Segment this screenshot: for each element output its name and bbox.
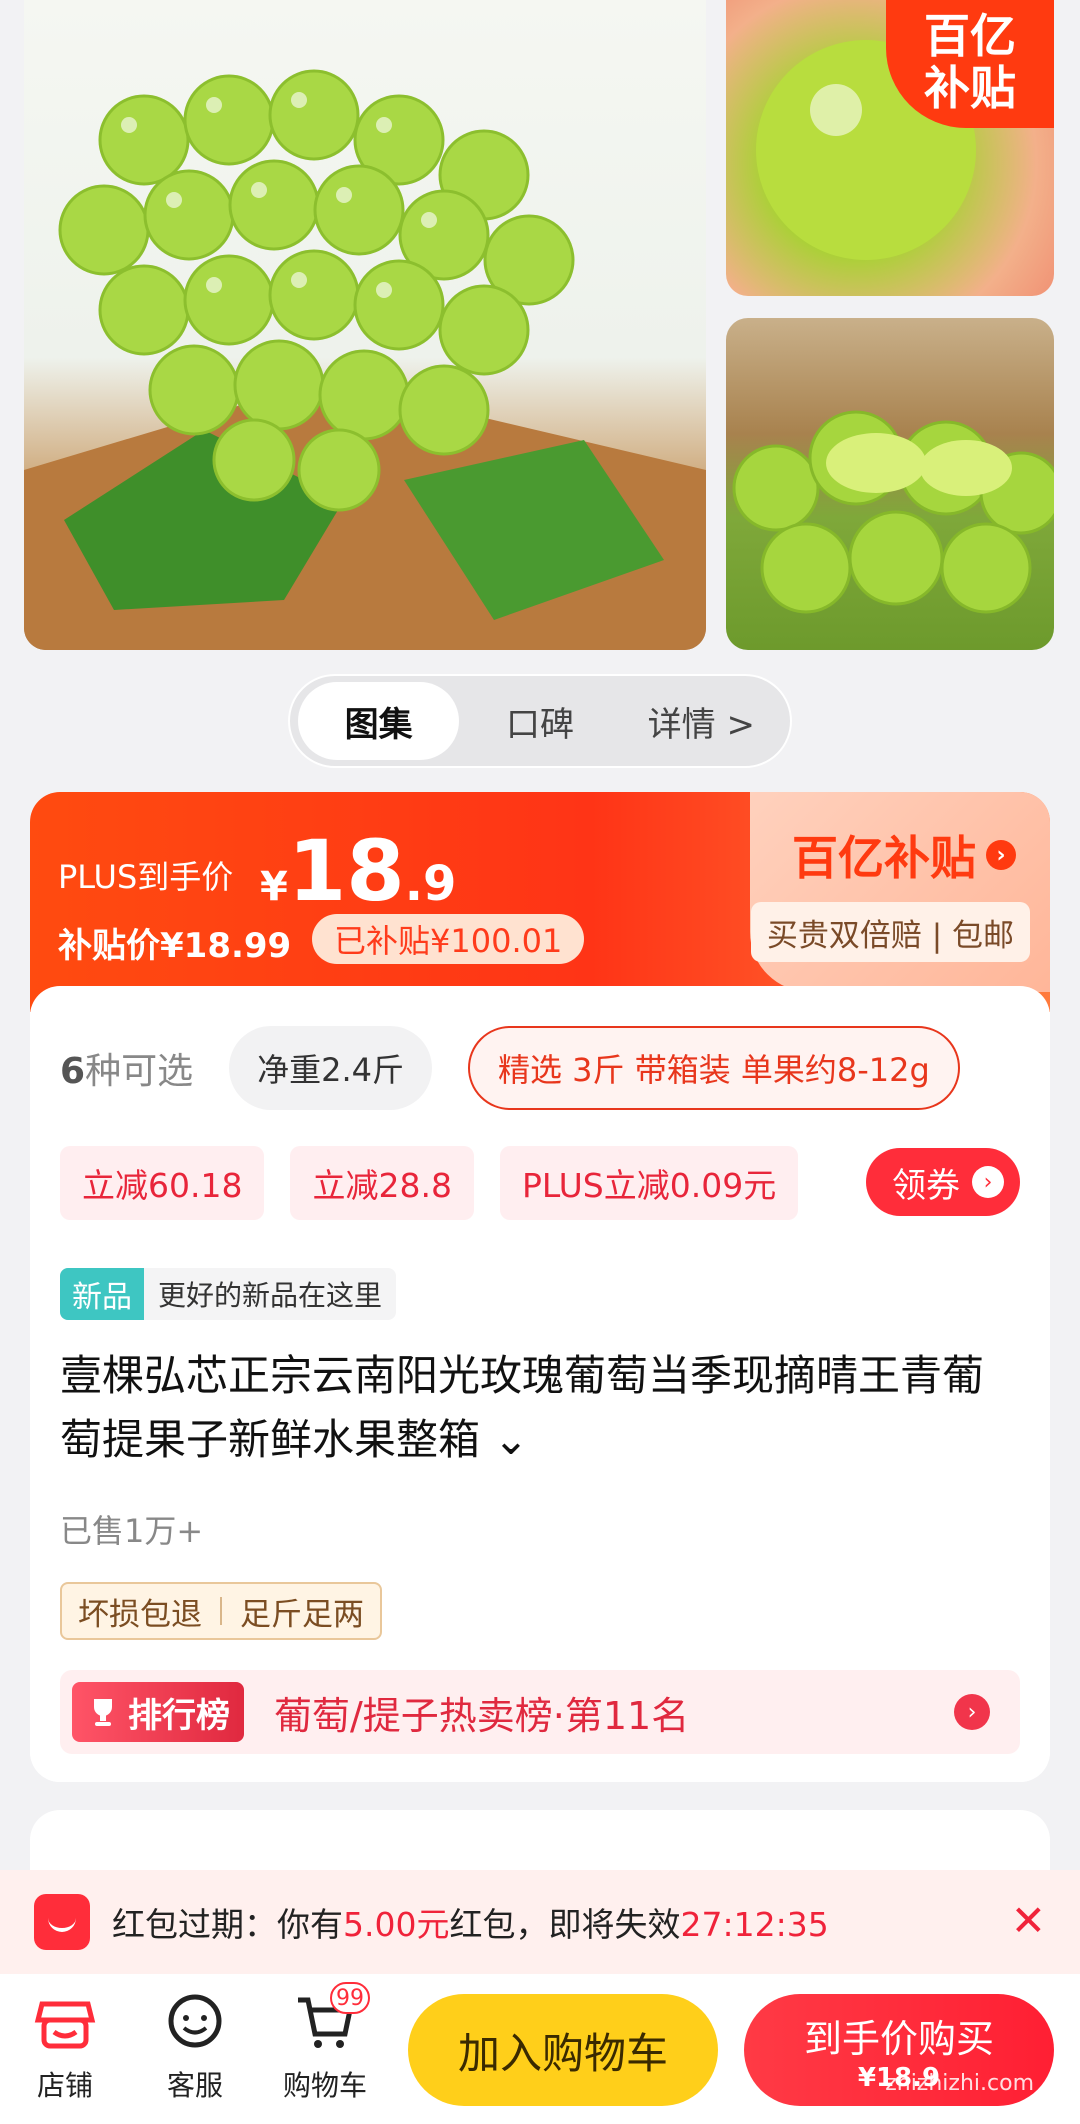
option-count[interactable]: 6种可选 [60,1042,193,1094]
chat-smile-icon [164,1992,226,2054]
main-product-image[interactable] [24,0,706,650]
ranking-badge-label: 排行榜 [128,1695,230,1736]
guarantee-damage-refund: 坏损包退 [78,1596,202,1633]
gallery-tabs: 图集 口碑 详情 > [288,674,792,768]
new-product-tag[interactable]: 新品 更好的新品在这里 [60,1268,397,1320]
option-count-number: 6 [60,1051,86,1092]
nav-store[interactable]: 店铺 [10,1992,120,2104]
divider [220,1597,222,1625]
red-packet-middle: 红包，即将失效 [449,1905,681,1944]
guarantee-full-weight: 足斤足两 [240,1596,364,1633]
grapes-illustration [24,69,706,650]
red-packet-countdown: 27:12:35 [680,1905,829,1944]
claim-coupon-button[interactable]: 领券 › [866,1148,1020,1216]
nav-cart-label: 购物车 [282,2069,367,2102]
final-price: ¥18.9 [260,822,456,920]
nav-cart[interactable]: 99 购物车 [270,1982,380,2104]
billion-subsidy-link[interactable]: 百亿补贴 › [792,822,1016,888]
coupon-discount-2[interactable]: 立减28.8 [290,1146,474,1220]
sku-options: 6种可选 净重2.4斤 精选 3斤 带箱装 单果约8-12g [60,1026,960,1110]
chevron-right-icon: › [954,1694,990,1730]
red-packet-prefix: 红包过期：你有 [112,1905,343,1944]
cart-count-badge: 99 [330,1982,370,2014]
plus-price-label: PLUS到手价 [58,858,234,896]
add-to-cart-button[interactable]: 加入购物车 [408,1994,718,2106]
store-icon [34,1992,96,2054]
buy-now-label: 到手价购买 [803,2016,994,2061]
nav-store-label: 店铺 [36,2069,93,2102]
watermark: zhizhizhi.com [885,2071,1034,2096]
ranking-text: 葡萄/提子热卖榜·第11名 [274,1693,690,1738]
red-packet-icon [34,1894,90,1950]
product-gallery[interactable]: 百亿补贴 1 5 [0,0,1080,650]
price-decimal: .9 [404,856,457,912]
subsidized-amount-badge: 已补贴¥100.01 [312,914,585,964]
sold-count: 已售1万+ [60,1512,204,1550]
buy-now-button[interactable]: 到手价购买 ¥18.9 zhizhizhi.com [744,1994,1054,2106]
nav-customer-service[interactable]: 客服 [140,1992,250,2104]
chevron-right-icon: › [986,840,1016,870]
grape-bowl-illustration [732,410,1054,614]
red-packet-amount: 5.00元 [343,1905,450,1944]
product-info-card: PLUS到手价 ¥18.9 补贴价¥18.99 已补贴¥100.01 百亿补贴 … [30,792,1050,1782]
option-count-text: 种可选 [85,1051,194,1092]
price-header: PLUS到手价 ¥18.9 补贴价¥18.99 已补贴¥100.01 百亿补贴 … [30,792,1050,1012]
subsidy-price: 补贴价¥18.99 [58,926,292,966]
chevron-right-icon: › [972,1166,1004,1198]
product-title[interactable]: 壹棵弘芯正宗云南阳光玫瑰葡萄当季现摘晴王青葡萄提果子新鲜水果整箱 ⌄ [60,1344,1020,1472]
ranking-badge: 排行榜 [72,1682,244,1742]
tab-gallery[interactable]: 图集 [298,682,460,760]
price-integer: 18 [287,822,405,920]
close-icon[interactable]: ✕ [1011,1900,1046,1942]
red-packet-message: 红包过期：你有5.00元红包，即将失效27:12:35 [112,1898,829,1946]
billion-subsidy-label: 百亿补贴 [792,831,976,885]
tab-reviews[interactable]: 口碑 [459,682,620,760]
nav-customer-service-label: 客服 [166,2069,223,2102]
coupon-plus-discount[interactable]: PLUS立减0.09元 [499,1146,799,1220]
cart-icon: 99 [294,1982,370,2054]
claim-coupon-label: 领券 [892,1165,960,1206]
ranking-bar[interactable]: 排行榜 葡萄/提子热卖榜·第11名 › [60,1670,1020,1754]
coupon-row: 立减60.18 立减28.8 PLUS立减0.09元 [60,1146,799,1220]
new-product-text: 更好的新品在这里 [158,1279,383,1312]
new-badge: 新品 [60,1268,144,1320]
currency-symbol: ¥ [260,864,288,910]
red-packet-banner[interactable]: 红包过期：你有5.00元红包，即将失效27:12:35 ✕ [0,1870,1080,1974]
sku-option-3jin-selected[interactable]: 精选 3斤 带箱装 单果约8-12g [467,1026,960,1110]
tab-details[interactable]: 详情 > [621,682,782,760]
side-image-bottom[interactable]: 1 5 [726,318,1054,650]
guarantee-tags[interactable]: 坏损包退 足斤足两 [60,1582,382,1640]
coupon-discount-1[interactable]: 立减60.18 [60,1146,265,1220]
bottom-action-bar: 店铺 客服 99 购物车 加入购物车 到手价购买 ¥18.9 zhizhizhi… [0,1974,1080,2124]
product-details-sheet: 6种可选 净重2.4斤 精选 3斤 带箱装 单果约8-12g 立减60.18 立… [30,986,1050,1782]
side-image-top[interactable]: 百亿补贴 [726,0,1054,296]
double-compensation-badge[interactable]: 买贵双倍赔 | 包邮 [750,902,1030,962]
sku-option-2-4jin[interactable]: 净重2.4斤 [229,1026,432,1110]
trophy-icon [94,1699,112,1726]
